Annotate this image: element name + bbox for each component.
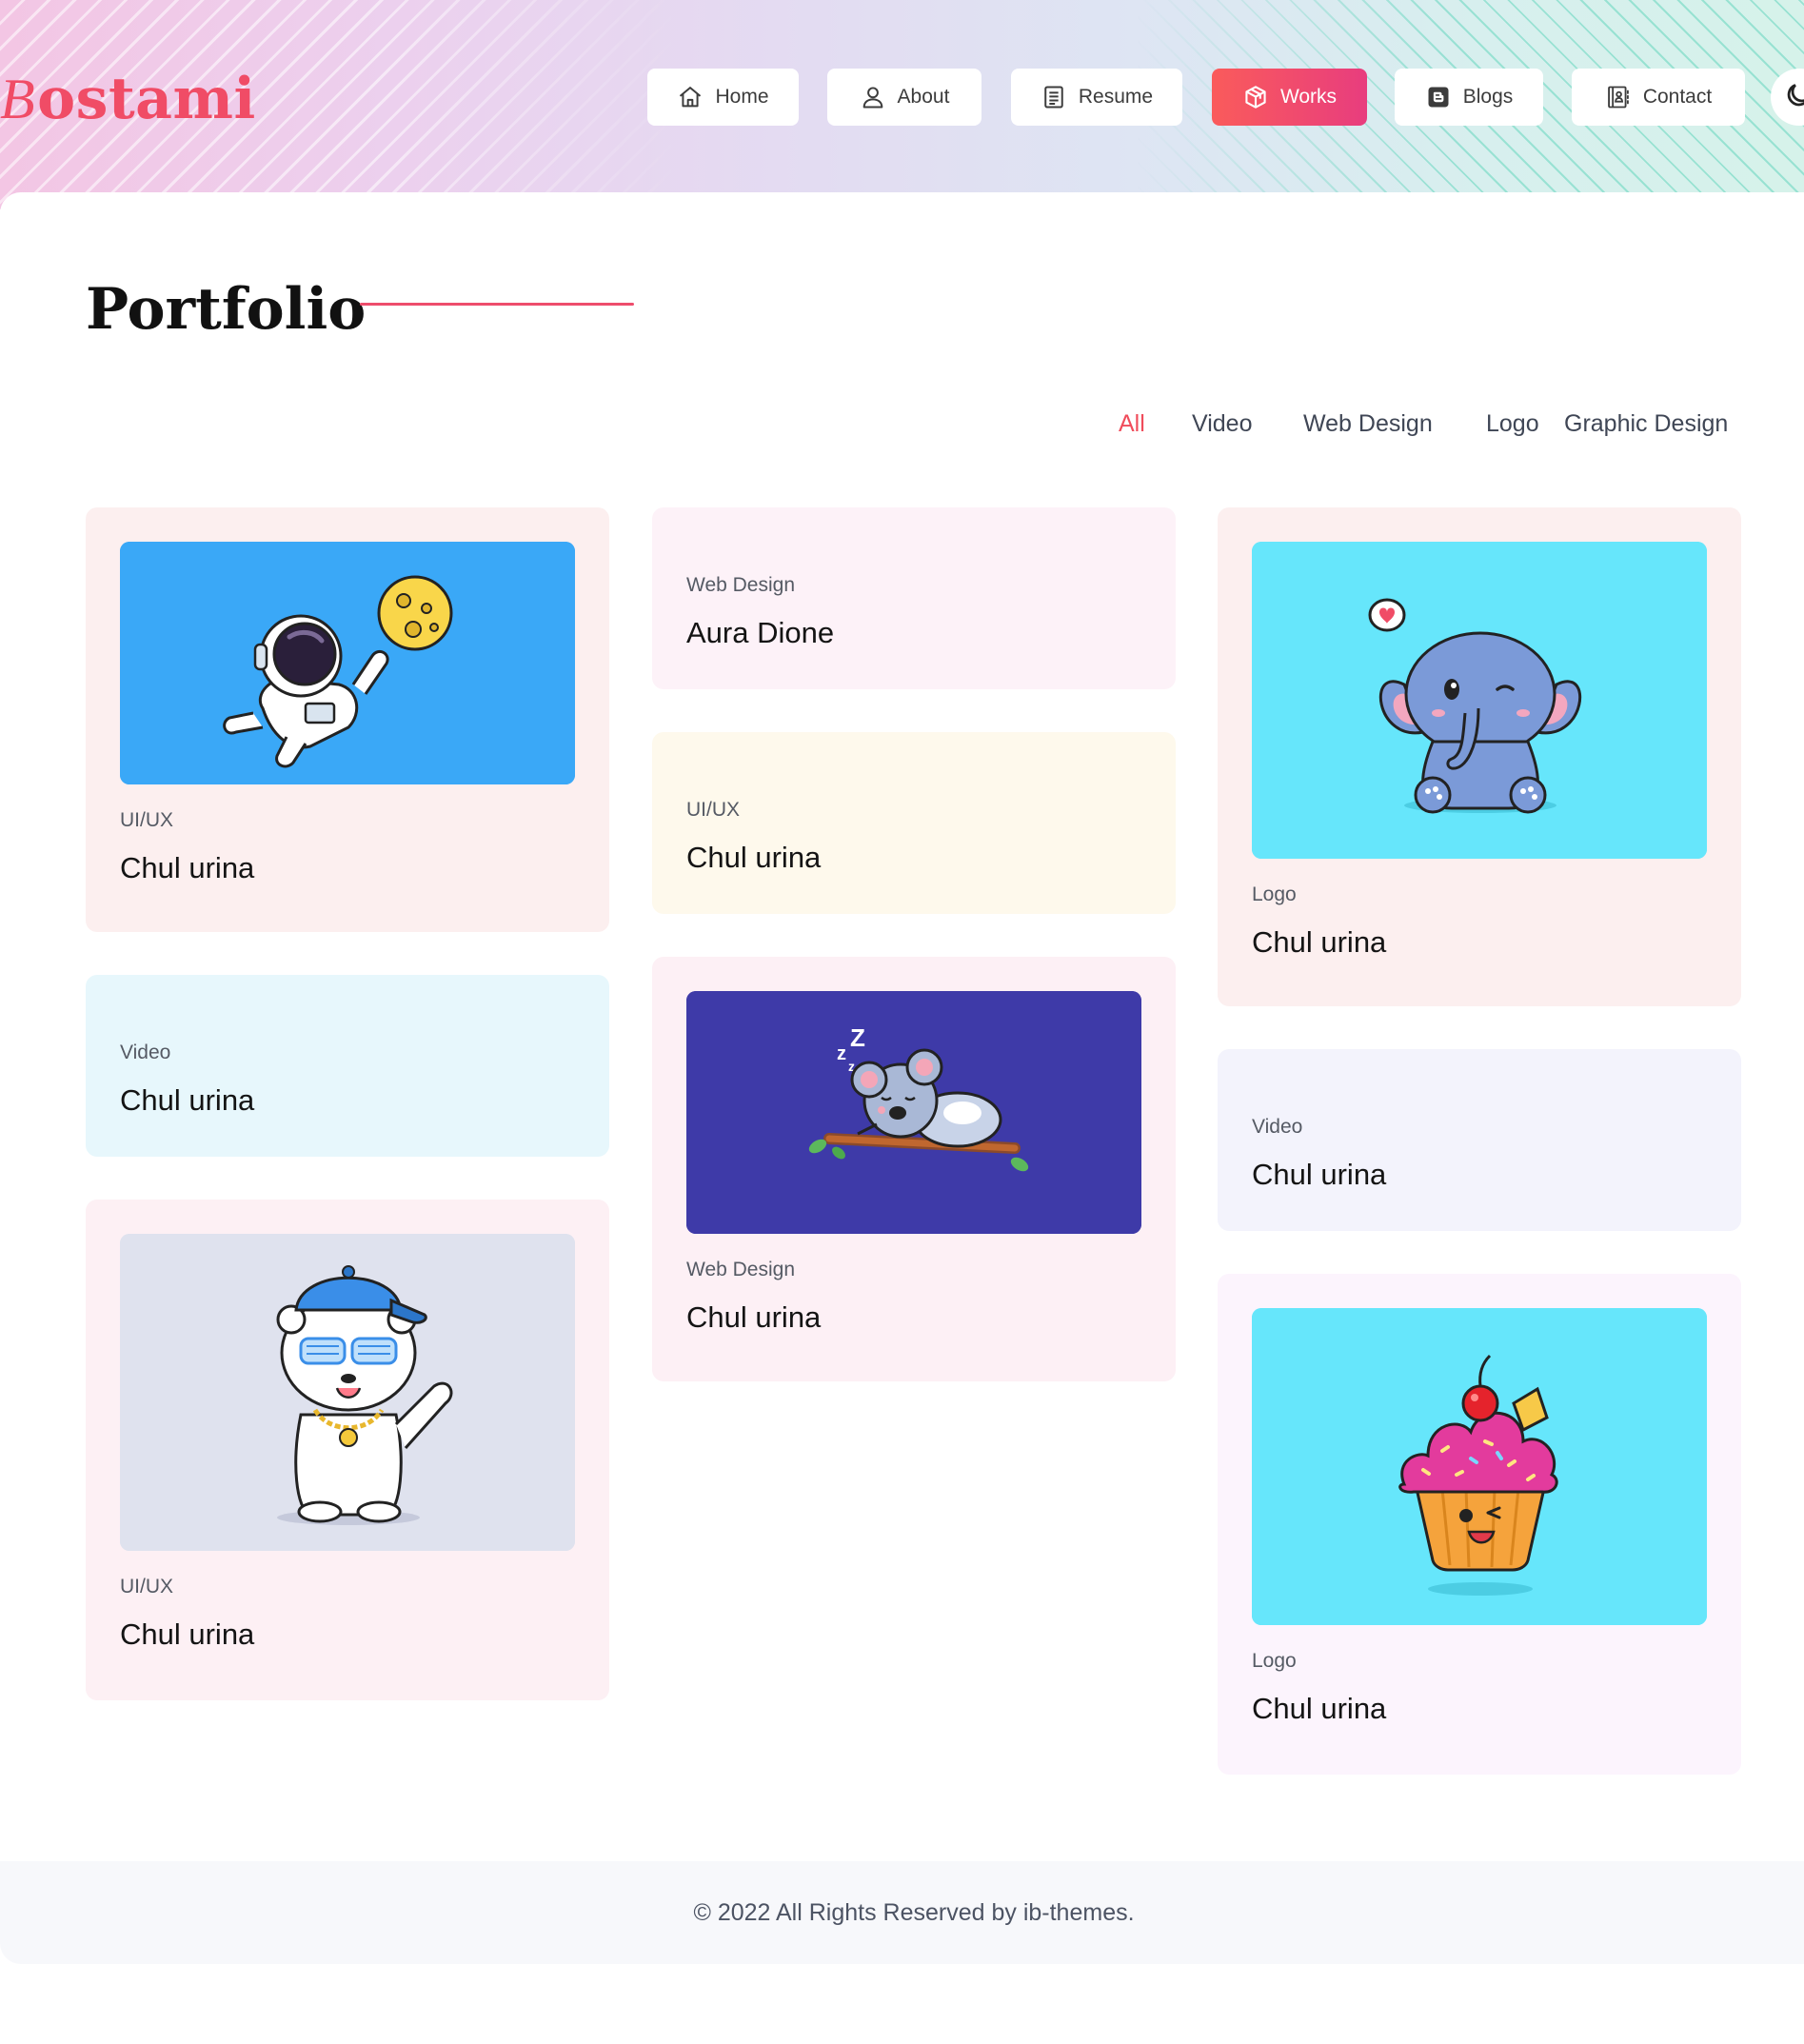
svg-text:z: z bbox=[837, 1043, 846, 1064]
user-icon bbox=[860, 84, 886, 110]
cupcake-illustration bbox=[1252, 1308, 1707, 1625]
cube-icon bbox=[1242, 84, 1269, 110]
card-title: Chul urina bbox=[1252, 1692, 1387, 1725]
card-title: Chul urina bbox=[1252, 1158, 1387, 1191]
portfolio-section: Portfolio All Video Web Design Logo Grap… bbox=[0, 192, 1804, 1963]
filter-video[interactable]: Video bbox=[1192, 405, 1253, 443]
filter-all[interactable]: All bbox=[1119, 405, 1145, 443]
card-title: Chul urina bbox=[120, 1083, 255, 1117]
card-category: UI/UX bbox=[120, 809, 174, 831]
portfolio-card[interactable]: UI/UX Chul urina bbox=[86, 507, 609, 932]
card-category: Video bbox=[120, 1042, 171, 1063]
nav-label: About bbox=[897, 86, 950, 108]
home-icon bbox=[677, 84, 704, 110]
portfolio-card[interactable]: UI/UX Chul urina bbox=[652, 732, 1176, 914]
nav-label: Works bbox=[1279, 86, 1338, 108]
portfolio-card[interactable]: z Z z Web Design Chul urina bbox=[652, 957, 1176, 1381]
card-title: Chul urina bbox=[686, 1300, 822, 1334]
portfolio-card[interactable]: Video Chul urina bbox=[86, 975, 609, 1157]
card-title: Chul urina bbox=[686, 841, 822, 874]
document-icon bbox=[1041, 84, 1067, 110]
nav-resume-button[interactable]: Resume bbox=[1011, 69, 1182, 126]
card-category: UI/UX bbox=[686, 799, 741, 821]
site-logo[interactable]: Bostami bbox=[0, 61, 256, 137]
portfolio-card[interactable]: Logo Chul urina bbox=[1218, 1274, 1741, 1775]
card-category: Video bbox=[1252, 1116, 1303, 1138]
card-category: UI/UX bbox=[120, 1576, 174, 1597]
card-category: Web Design bbox=[686, 1259, 796, 1280]
logo-first-letter: B bbox=[0, 68, 36, 130]
logo-text: ostami bbox=[37, 66, 256, 132]
sleeping-koala-illustration: z Z z bbox=[686, 991, 1141, 1234]
nav-contact-button[interactable]: Contact bbox=[1572, 69, 1745, 126]
nav-blogs-button[interactable]: Blogs bbox=[1395, 69, 1543, 126]
contact-book-icon bbox=[1605, 84, 1632, 110]
filter-graphic-design[interactable]: Graphic Design bbox=[1564, 405, 1728, 443]
nav-label: Resume bbox=[1078, 86, 1154, 108]
nav-works-button[interactable]: Works bbox=[1212, 69, 1367, 126]
portfolio-card[interactable]: Web Design Aura Dione bbox=[652, 507, 1176, 689]
nav-about-button[interactable]: About bbox=[827, 69, 981, 126]
card-title: Aura Dione bbox=[686, 616, 835, 649]
filter-logo[interactable]: Logo bbox=[1486, 405, 1539, 443]
title-underline bbox=[360, 303, 634, 306]
card-title: Chul urina bbox=[120, 1617, 255, 1651]
polar-bear-dab-illustration bbox=[120, 1234, 575, 1551]
nav-label: Home bbox=[715, 86, 769, 108]
portfolio-card[interactable]: UI/UX Chul urina bbox=[86, 1200, 609, 1700]
card-title: Chul urina bbox=[1252, 925, 1387, 959]
card-title: Chul urina bbox=[120, 851, 255, 884]
page-title: Portfolio bbox=[86, 276, 367, 343]
card-category: Logo bbox=[1252, 883, 1297, 905]
blog-icon bbox=[1425, 84, 1452, 110]
astronaut-moon-illustration bbox=[120, 542, 575, 784]
nav-label: Contact bbox=[1642, 86, 1713, 108]
site-footer: © 2022 All Rights Reserved by ib-themes. bbox=[0, 1861, 1804, 1964]
elephant-wink-illustration bbox=[1252, 542, 1707, 859]
nav-home-button[interactable]: Home bbox=[647, 69, 799, 126]
portfolio-card[interactable]: Video Chul urina bbox=[1218, 1049, 1741, 1231]
site-header: Bostami Home About Resume Works Blogs Co… bbox=[0, 0, 1804, 209]
copyright-text: © 2022 All Rights Reserved by ib-themes. bbox=[693, 1899, 1135, 1926]
moon-icon bbox=[1784, 81, 1804, 114]
svg-text:Z: Z bbox=[850, 1023, 865, 1052]
portfolio-card[interactable]: Logo Chul urina bbox=[1218, 507, 1741, 1006]
filter-web-design[interactable]: Web Design bbox=[1303, 405, 1433, 443]
nav-label: Blogs bbox=[1462, 86, 1514, 108]
card-category: Web Design bbox=[686, 574, 796, 596]
card-category: Logo bbox=[1252, 1650, 1297, 1672]
